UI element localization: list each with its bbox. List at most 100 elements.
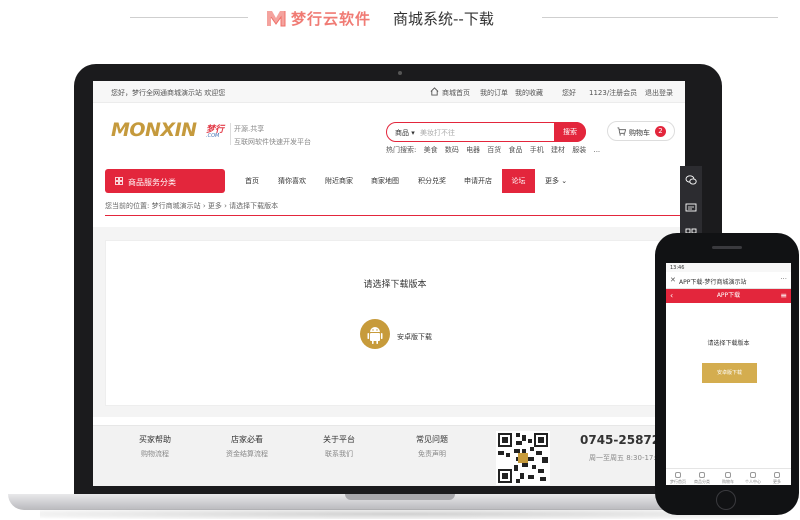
nav-home[interactable]: 首页 (245, 169, 259, 193)
nav-forum[interactable]: 论坛 (502, 169, 535, 193)
grid-icon (115, 177, 123, 185)
footer-heading: 店家必看 (231, 435, 263, 444)
breadcrumb-label: 您当前的位置: (105, 202, 150, 210)
top-link-orders[interactable]: 我的订单 (480, 88, 508, 98)
breadcrumb-sep: › (202, 202, 206, 210)
user-icon (750, 472, 756, 478)
hot-search-item[interactable]: 电器 (466, 146, 480, 154)
phone-nav-more[interactable]: 更多 (767, 472, 787, 485)
search-box: 商品 ▾ 美妆打不往 搜索 (386, 121, 586, 142)
message-icon[interactable] (685, 202, 697, 214)
search-category-label: 商品 (395, 129, 409, 137)
footer-link[interactable]: 购物流程 (127, 449, 183, 459)
logout-link[interactable]: 退出登录 (645, 88, 673, 98)
android-download-button[interactable] (360, 319, 390, 349)
phone-bottom-nav: 梦行首页 商品分类 购物车 个人中心 更多 (666, 468, 791, 485)
breadcrumb-item[interactable]: 梦行商城演示站 (152, 202, 201, 210)
cart-icon (617, 127, 626, 136)
brand-name: 梦行云软件 (291, 10, 372, 28)
hot-search-item[interactable]: 手机 (530, 146, 544, 154)
phone-nav-categories[interactable]: 商品分类 (692, 472, 712, 485)
more-dots-icon[interactable]: ··· (780, 275, 787, 283)
top-member-link[interactable]: 1123/注册会员 (589, 88, 637, 98)
breadcrumb-sep: › (224, 202, 227, 210)
site-logo[interactable]: MONXIN (111, 119, 197, 141)
search-category-select[interactable]: 商品 ▾ (395, 128, 415, 138)
top-link-home[interactable]: 商城首页 (442, 88, 470, 98)
footer-col-about: 关于平台 联系我们 (313, 434, 365, 459)
nav-more[interactable]: 更多 ⌄ (545, 169, 567, 193)
laptop-camera (398, 71, 402, 75)
hot-search-more[interactable]: ... (593, 146, 600, 154)
footer-link[interactable]: 联系我们 (313, 449, 365, 459)
phone-nav-label: 商品分类 (694, 479, 710, 484)
service-hours: 周一至周五 8:30-17:30 (589, 454, 665, 462)
breadcrumb: 您当前的位置: 梦行商城演示站 › 更多 › 请选择下载版本 (105, 201, 278, 211)
nav-guess-you-like[interactable]: 猜你喜欢 (278, 169, 306, 193)
back-arrow-icon[interactable]: ‹ (670, 289, 673, 303)
laptop-notch (345, 494, 455, 500)
phone-content: 请选择下载版本 安卓版下载 (666, 303, 791, 468)
nav-points-exchange[interactable]: 积分兑奖 (418, 169, 446, 193)
phone-nav-cart[interactable]: 购物车 (718, 472, 738, 485)
laptop-shadow (40, 509, 760, 519)
footer-link[interactable]: 免责声明 (406, 449, 458, 459)
phone-title-bar: ✕ APP下载-梦行商城演示站 ··· (666, 272, 791, 289)
brand-logo-icon (267, 11, 286, 27)
phone-download-title: 请选择下载版本 (707, 340, 750, 347)
category-menu-button[interactable]: 商品服务分类 (105, 169, 225, 193)
phone-page-title: APP下载-梦行商城演示站 (679, 279, 747, 286)
download-title: 请选择下载版本 (363, 280, 427, 290)
footer-col-merchant: 店家必看 资金结算流程 (216, 434, 278, 459)
home-icon (675, 472, 681, 478)
phone-screen: 13:46 ✕ APP下载-梦行商城演示站 ··· ‹ APP下载 ≡ 请选择下… (666, 263, 791, 485)
category-icon (699, 472, 705, 478)
qr-code-icon (496, 431, 550, 485)
phone-time: 13:46 (670, 265, 685, 271)
search-button[interactable]: 搜索 (554, 121, 586, 142)
wechat-icon[interactable] (685, 174, 697, 186)
search-input[interactable]: 美妆打不往 (420, 128, 455, 138)
slogan-line-1: 开源.共享 (234, 125, 265, 133)
breadcrumb-current: 请选择下载版本 (229, 202, 279, 210)
nav-merchant-map[interactable]: 商家地图 (371, 169, 399, 193)
phone-nav-profile[interactable]: 个人中心 (743, 472, 763, 485)
top-link-favorites[interactable]: 我的收藏 (515, 88, 543, 98)
banner-divider-right (542, 17, 778, 18)
menu-icon[interactable]: ≡ (780, 289, 787, 303)
hot-search-item[interactable]: 服装 (572, 146, 586, 154)
phone-nav-label: 个人中心 (745, 479, 761, 484)
footer-link[interactable]: 资金结算流程 (216, 449, 278, 459)
logo-divider (230, 123, 231, 145)
nav-nearby-merchants[interactable]: 附近商家 (325, 169, 353, 193)
hot-search-item[interactable]: 建材 (551, 146, 565, 154)
phone-nav-label: 更多 (773, 479, 781, 484)
phone-home-button[interactable] (716, 490, 736, 510)
nav-apply-store[interactable]: 申请开店 (464, 169, 492, 193)
laptop-screen: 您好，梦行全网通商城演示站 欢迎您 商城首页 我的订单 我的收藏 您好 1123… (93, 81, 685, 486)
phone-nav-home[interactable]: 梦行首页 (668, 472, 688, 485)
hot-search-item[interactable]: 食品 (509, 146, 523, 154)
footer-col-faq: 常见问题 免责声明 (406, 434, 458, 459)
breadcrumb-underline (105, 215, 685, 216)
more-icon (774, 472, 780, 478)
cart-label: 购物车 (629, 129, 650, 137)
slogan-line-2: 互联网软件快速开发平台 (234, 138, 311, 146)
android-download-label[interactable]: 安卓版下载 (397, 332, 432, 342)
hot-search-item[interactable]: 数码 (445, 146, 459, 154)
welcome-text: 您好，梦行全网通商城演示站 欢迎您 (111, 89, 226, 97)
hot-search-item[interactable]: 美食 (424, 146, 438, 154)
cart-count-badge: 2 (655, 126, 666, 137)
banner-divider-left (130, 17, 248, 18)
close-icon[interactable]: ✕ (670, 276, 676, 284)
hot-search-item[interactable]: 百货 (487, 146, 501, 154)
phone-android-download-button[interactable]: 安卓版下载 (702, 363, 757, 383)
phone-header-title: APP下载 (716, 292, 741, 299)
breadcrumb-item[interactable]: 更多 (208, 202, 222, 210)
footer-col-buyer-help: 买家帮助 购物流程 (127, 434, 183, 459)
home-icon (430, 87, 439, 96)
footer-heading: 关于平台 (323, 435, 355, 444)
cart-button[interactable]: 购物车 2 (607, 121, 675, 141)
footer-heading: 买家帮助 (139, 435, 171, 444)
hot-search-label: 热门搜索: (386, 146, 417, 154)
